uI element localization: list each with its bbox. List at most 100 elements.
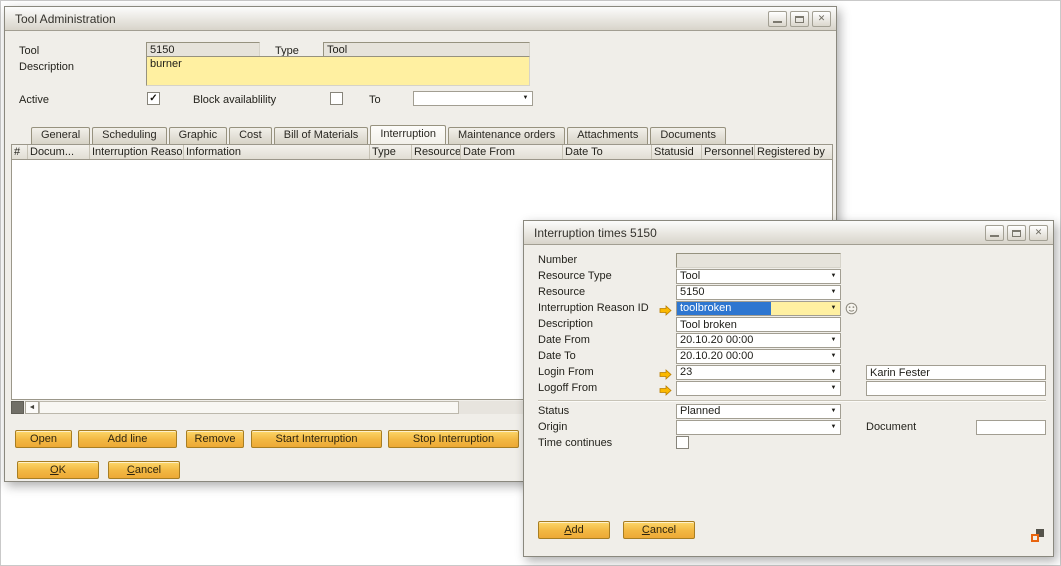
ok-button[interactable]: OK <box>17 461 99 479</box>
tab-maintenance-orders[interactable]: Maintenance orders <box>448 127 565 144</box>
login-from-name-field[interactable]: Karin Fester <box>866 365 1046 380</box>
stop-interruption-button[interactable]: Stop Interruption <box>388 430 519 448</box>
interruption-reason-dropdown[interactable]: toolbroken ▼ <box>676 301 841 316</box>
column-header-date-from[interactable]: Date From <box>461 145 563 159</box>
status-row: Status Planned ▼ <box>538 404 1046 419</box>
resource-label: Resource <box>538 286 585 298</box>
logoff-from-value <box>677 382 827 395</box>
active-checkbox[interactable]: ✓ <box>147 92 160 105</box>
block-availability-checkbox[interactable] <box>330 92 343 105</box>
resource-dropdown[interactable]: 5150 ▼ <box>676 285 841 300</box>
link-arrow-icon[interactable] <box>659 367 672 378</box>
maximize-icon <box>795 16 804 23</box>
column-header-interruption-reason[interactable]: Interruption Reaso <box>90 145 184 159</box>
close-icon: ✕ <box>1035 227 1043 237</box>
column-header-information[interactable]: Information <box>184 145 370 159</box>
login-from-dropdown[interactable]: 23 ▼ <box>676 365 841 380</box>
resize-grip-icon[interactable] <box>1031 529 1044 542</box>
column-header-type[interactable]: Type <box>370 145 412 159</box>
close-icon: ✕ <box>818 13 826 23</box>
minimize-icon <box>773 21 782 23</box>
cancel-button-label: ancel <box>650 524 676 536</box>
column-header-document[interactable]: Docum... <box>28 145 90 159</box>
document-field[interactable] <box>976 420 1046 435</box>
dialog-description-label: Description <box>538 318 593 330</box>
column-header-index[interactable]: # <box>12 145 28 159</box>
tool-label: Tool <box>19 44 39 58</box>
start-interruption-button[interactable]: Start Interruption <box>251 430 382 448</box>
column-header-resource[interactable]: Resource <box>412 145 461 159</box>
tool-field[interactable]: 5150 <box>146 42 260 57</box>
date-to-dropdown[interactable]: 20.10.20 00:00 ▼ <box>676 349 841 364</box>
dialog-description-field[interactable]: Tool broken <box>676 317 841 332</box>
active-label: Active <box>19 93 49 107</box>
dialog-titlebar[interactable]: Interruption times 5150 ✕ <box>524 221 1053 245</box>
cancel-button-accel: C <box>642 524 650 536</box>
maximize-button[interactable] <box>790 11 809 27</box>
interruption-reason-selected-value: toolbroken <box>677 302 771 315</box>
resource-value: 5150 <box>677 286 827 299</box>
to-label: To <box>369 93 381 107</box>
dialog-window-controls: ✕ <box>985 225 1048 241</box>
add-button-accel: A <box>564 524 571 536</box>
add-button-label: dd <box>572 524 584 536</box>
link-arrow-icon[interactable] <box>659 303 672 314</box>
separator <box>538 400 1046 402</box>
resource-type-label: Resource Type <box>538 270 612 282</box>
description-field[interactable]: burner <box>146 56 530 86</box>
open-button[interactable]: Open <box>15 430 72 448</box>
column-header-statusid[interactable]: Statusid <box>652 145 702 159</box>
column-header-date-to[interactable]: Date To <box>563 145 652 159</box>
dialog-maximize-button[interactable] <box>1007 225 1026 241</box>
chevron-down-icon: ▼ <box>827 421 840 434</box>
chevron-down-icon: ▼ <box>827 366 840 379</box>
time-continues-checkbox[interactable] <box>676 436 689 449</box>
logoff-from-label: Logoff From <box>538 382 597 394</box>
status-value: Planned <box>677 405 827 418</box>
chevron-down-icon: ▼ <box>519 92 532 105</box>
tab-cost[interactable]: Cost <box>229 127 272 144</box>
tab-general[interactable]: General <box>31 127 90 144</box>
add-button[interactable]: Add <box>538 521 610 539</box>
type-field[interactable]: Tool <box>323 42 530 57</box>
dialog-minimize-button[interactable] <box>985 225 1004 241</box>
column-header-registered-by[interactable]: Registered by <box>755 145 832 159</box>
tab-graphic[interactable]: Graphic <box>169 127 228 144</box>
tab-bill-of-materials[interactable]: Bill of Materials <box>274 127 369 144</box>
logoff-from-dropdown[interactable]: ▼ <box>676 381 841 396</box>
smiley-icon <box>845 302 858 315</box>
status-dropdown[interactable]: Planned ▼ <box>676 404 841 419</box>
tab-scheduling[interactable]: Scheduling <box>92 127 166 144</box>
add-line-button[interactable]: Add line <box>78 430 177 448</box>
resource-type-dropdown[interactable]: Tool ▼ <box>676 269 841 284</box>
tab-interruption[interactable]: Interruption <box>370 125 446 144</box>
date-from-dropdown[interactable]: 20.10.20 00:00 ▼ <box>676 333 841 348</box>
dialog-cancel-button[interactable]: Cancel <box>623 521 695 539</box>
logoff-from-row: Logoff From ▼ <box>538 381 1046 396</box>
chevron-down-icon: ▼ <box>827 405 840 418</box>
column-header-personnel-id[interactable]: Personnel I <box>702 145 755 159</box>
tab-documents[interactable]: Documents <box>650 127 726 144</box>
date-to-row: Date To 20.10.20 00:00 ▼ <box>538 349 1046 364</box>
dialog-title: Interruption times 5150 <box>534 226 985 240</box>
origin-dropdown[interactable]: ▼ <box>676 420 841 435</box>
number-field <box>676 253 841 268</box>
logoff-from-name-field[interactable] <box>866 381 1046 396</box>
scroll-left-icon: ◄ <box>29 404 36 411</box>
dialog-close-button[interactable]: ✕ <box>1029 225 1048 241</box>
minimize-button[interactable] <box>768 11 787 27</box>
scrollbar-thumb[interactable] <box>39 401 459 414</box>
cancel-button-label: ancel <box>135 464 161 476</box>
tab-attachments[interactable]: Attachments <box>567 127 648 144</box>
window-title: Tool Administration <box>15 12 768 26</box>
close-button[interactable]: ✕ <box>812 11 831 27</box>
to-dropdown[interactable]: ▼ <box>413 91 533 106</box>
tab-bar: General Scheduling Graphic Cost Bill of … <box>31 125 728 144</box>
remove-button[interactable]: Remove <box>186 430 244 448</box>
scroll-left-button[interactable]: ◄ <box>25 401 39 414</box>
window-titlebar[interactable]: Tool Administration ✕ <box>5 7 836 31</box>
link-arrow-icon[interactable] <box>659 383 672 394</box>
resource-type-row: Resource Type Tool ▼ <box>538 269 1046 284</box>
chevron-down-icon: ▼ <box>827 302 840 315</box>
main-cancel-button[interactable]: Cancel <box>108 461 180 479</box>
